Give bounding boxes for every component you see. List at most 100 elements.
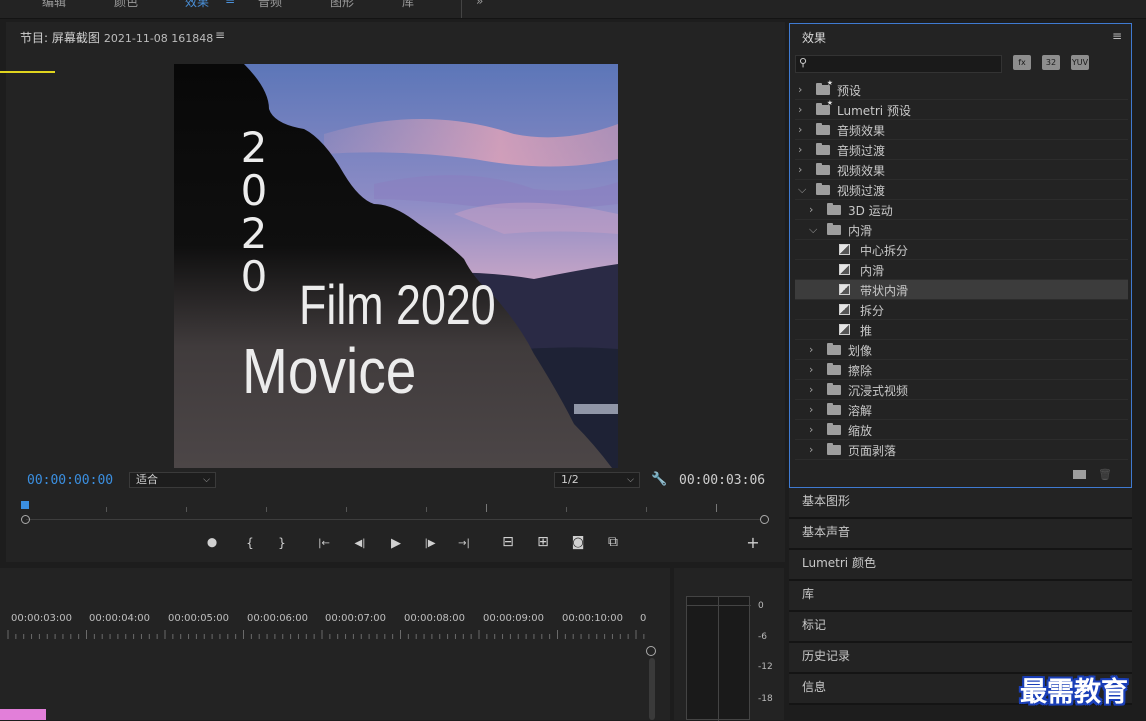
mark-out-button[interactable]: } bbox=[272, 536, 292, 550]
lift-button[interactable]: ⊟ bbox=[498, 534, 518, 550]
trash-icon[interactable]: 🗑 bbox=[1098, 468, 1112, 481]
comparison-view-button[interactable]: ⧉ bbox=[603, 534, 623, 550]
effects-search-input[interactable]: ⚲ bbox=[795, 55, 1002, 73]
chevron-right-icon[interactable]: › bbox=[809, 423, 813, 436]
button-editor-button[interactable]: + bbox=[743, 533, 763, 552]
extract-button[interactable]: ⊞ bbox=[533, 534, 553, 550]
tab-libraries[interactable]: 库 bbox=[402, 0, 414, 10]
chevron-right-icon[interactable]: › bbox=[809, 443, 813, 456]
chevron-down-icon[interactable]: ⌵ bbox=[809, 223, 817, 237]
meter-peak-line bbox=[687, 605, 751, 606]
panel-essential-graphics[interactable]: 基本图形 bbox=[789, 488, 1132, 519]
yuv-effects-button[interactable]: YUV bbox=[1071, 55, 1089, 70]
chevron-right-icon[interactable]: › bbox=[809, 363, 813, 376]
accelerated-effects-button[interactable]: fx bbox=[1013, 55, 1031, 70]
tab-edit[interactable]: 编辑 bbox=[42, 0, 66, 10]
chevron-down-icon: ⌵ bbox=[203, 475, 210, 485]
chevron-right-icon[interactable]: › bbox=[809, 343, 813, 356]
transport-controls: ⬤ { } |← ◀| ▶ |▶ →| ⊟ ⊞ ◙ ⧉ + bbox=[6, 532, 785, 558]
search-icon: ⚲ bbox=[799, 56, 808, 69]
effects-tree-item[interactable]: 推 bbox=[795, 320, 1128, 340]
effects-tree-label: 视频效果 bbox=[837, 164, 886, 178]
program-menu-icon[interactable]: ≡ bbox=[215, 28, 225, 42]
effects-tree-item[interactable]: › 音频过渡 bbox=[795, 140, 1128, 160]
effects-tree-item[interactable]: 带状内滑 bbox=[795, 280, 1128, 300]
32bit-effects-button[interactable]: 32 bbox=[1042, 55, 1060, 70]
effects-tree-item[interactable]: › 溶解 bbox=[795, 400, 1128, 420]
step-back-button[interactable]: ◀| bbox=[350, 538, 370, 549]
resolution-select[interactable]: 1/2 ⌵ bbox=[554, 472, 640, 488]
folder-icon bbox=[816, 163, 830, 175]
transition-icon bbox=[839, 304, 850, 315]
effects-tree-label: 音频过渡 bbox=[837, 144, 886, 158]
scrubber-start-handle[interactable] bbox=[21, 515, 30, 524]
effects-tree-item[interactable]: › 预设 bbox=[795, 79, 1128, 100]
panel-lumetri-color[interactable]: Lumetri 颜色 bbox=[789, 550, 1132, 581]
effects-menu-icon[interactable]: ≡ bbox=[1112, 29, 1122, 43]
timeline-scroll-handle[interactable] bbox=[646, 646, 656, 656]
new-bin-icon[interactable] bbox=[1073, 470, 1086, 479]
panel-markers[interactable]: 标记 bbox=[789, 612, 1132, 643]
export-frame-button[interactable]: ◙ bbox=[568, 535, 588, 550]
chevron-right-icon[interactable]: › bbox=[809, 383, 813, 396]
effects-tree-item[interactable]: › 视频效果 bbox=[795, 160, 1128, 180]
tab-audio[interactable]: 音频 bbox=[258, 0, 282, 10]
scrubber-tick bbox=[426, 507, 427, 512]
mark-in-button[interactable]: { bbox=[240, 536, 260, 550]
add-marker-button[interactable]: ⬤ bbox=[202, 538, 222, 548]
effects-tree-item[interactable]: › Lumetri 预设 bbox=[795, 99, 1128, 120]
scrubber-tick bbox=[716, 504, 717, 512]
effects-tree-item[interactable]: 中心拆分 bbox=[795, 240, 1128, 260]
effects-tree-item[interactable]: › 划像 bbox=[795, 340, 1128, 360]
db-label: -6 bbox=[758, 632, 767, 642]
chevron-down-icon[interactable]: ⌵ bbox=[798, 183, 806, 197]
scrubber-end-handle[interactable] bbox=[760, 515, 769, 524]
current-timecode[interactable]: 00:00:00:00 bbox=[27, 473, 113, 488]
effects-tree-item[interactable]: › 音频效果 bbox=[795, 120, 1128, 140]
effects-tree-item[interactable]: › 沉浸式视频 bbox=[795, 380, 1128, 400]
timeline-clip[interactable] bbox=[0, 709, 46, 720]
effects-tree-item[interactable]: ⌵ 视频过渡 bbox=[795, 180, 1128, 200]
effects-tree-item[interactable]: › 缩放 bbox=[795, 420, 1128, 440]
tab-effects-menu-icon[interactable]: ≡ bbox=[225, 0, 235, 7]
chevron-right-icon[interactable]: › bbox=[809, 203, 813, 216]
scrubber-tick bbox=[486, 504, 487, 512]
effects-tree-item[interactable]: ⌵ 内滑 bbox=[795, 220, 1128, 240]
zoom-select[interactable]: 适合 ⌵ bbox=[129, 472, 216, 488]
effects-tree-label: 内滑 bbox=[860, 264, 885, 278]
timeline-scrollbar[interactable] bbox=[649, 658, 655, 720]
step-forward-button[interactable]: |▶ bbox=[420, 538, 440, 549]
panel-libraries[interactable]: 库 bbox=[789, 581, 1132, 612]
work-area-bar[interactable] bbox=[0, 71, 55, 73]
timeline-time-label: 00:00:09:00 bbox=[483, 613, 545, 624]
effects-tree-label: 视频过渡 bbox=[837, 184, 886, 198]
settings-wrench-icon[interactable]: 🔧 bbox=[651, 472, 667, 487]
effects-tree-label: 沉浸式视频 bbox=[848, 384, 909, 398]
go-to-out-button[interactable]: →| bbox=[454, 538, 474, 549]
folder-icon bbox=[816, 99, 833, 115]
timeline-ruler[interactable] bbox=[0, 628, 650, 640]
effects-tree-item[interactable]: › 擦除 bbox=[795, 360, 1128, 380]
play-button[interactable]: ▶ bbox=[386, 536, 406, 551]
effects-tree-item[interactable]: › 3D 运动 bbox=[795, 200, 1128, 220]
chevron-right-icon[interactable]: › bbox=[798, 83, 802, 96]
chevron-right-icon[interactable]: › bbox=[798, 123, 802, 136]
chevron-right-icon[interactable]: › bbox=[798, 143, 802, 156]
transition-icon bbox=[839, 284, 850, 295]
effects-tree-item[interactable]: 内滑 bbox=[795, 260, 1128, 280]
panel-essential-sound[interactable]: 基本声音 bbox=[789, 519, 1132, 550]
chevron-right-icon[interactable]: › bbox=[798, 163, 802, 176]
tab-effects[interactable]: 效果 bbox=[185, 0, 209, 10]
overflow-icon[interactable]: » bbox=[476, 0, 483, 8]
tab-graphics[interactable]: 图形 bbox=[330, 0, 354, 10]
playhead-marker[interactable] bbox=[21, 501, 29, 509]
playback-scrubber[interactable] bbox=[21, 501, 769, 525]
go-to-in-button[interactable]: |← bbox=[314, 538, 334, 549]
chevron-right-icon[interactable]: › bbox=[798, 103, 802, 116]
effects-tree-item[interactable]: 拆分 bbox=[795, 300, 1128, 320]
folder-icon bbox=[816, 183, 830, 195]
tab-color[interactable]: 颜色 bbox=[114, 0, 138, 10]
effects-panel-title[interactable]: 效果 bbox=[802, 29, 826, 46]
chevron-right-icon[interactable]: › bbox=[809, 403, 813, 416]
effects-tree-item[interactable]: › 页面剥落 bbox=[795, 440, 1128, 460]
